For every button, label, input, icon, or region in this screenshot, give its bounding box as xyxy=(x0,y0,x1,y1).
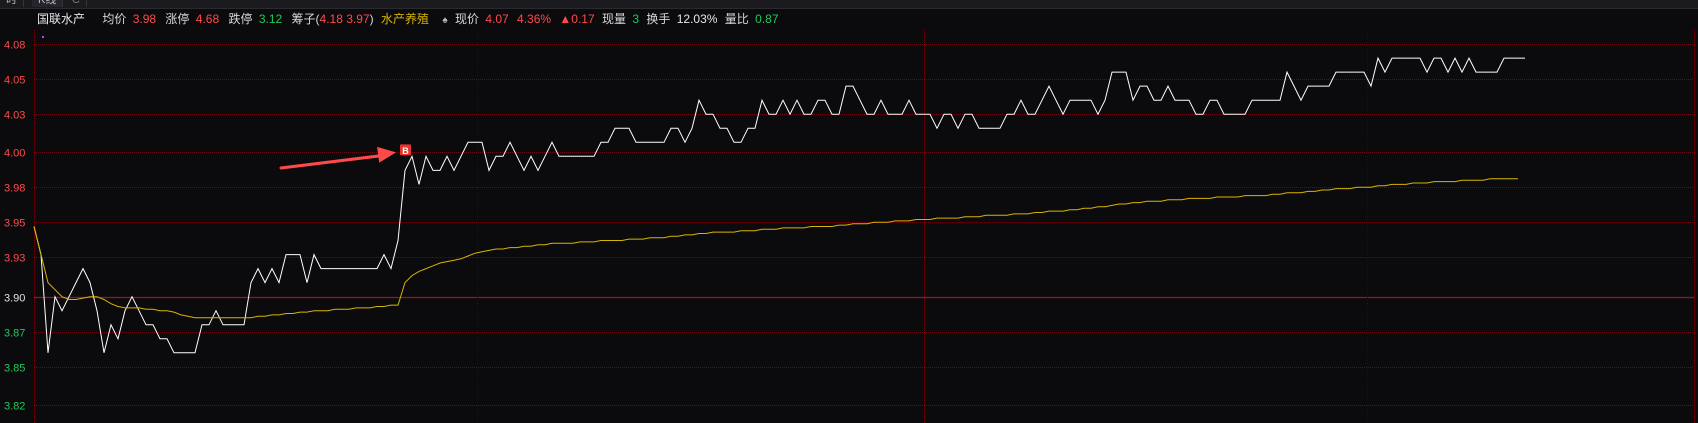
limit-up-label: 涨停 xyxy=(165,12,190,26)
pct-change-value: 4.36% xyxy=(517,12,552,26)
y-tick-label: 4.00 xyxy=(4,148,25,160)
price-line xyxy=(33,56,1525,354)
limit-up-value: 4.68 xyxy=(195,12,220,26)
chip-label: 筹子( xyxy=(291,12,320,26)
volume-ratio-label: 量比 xyxy=(724,12,749,26)
price-label: 现价 xyxy=(454,12,479,26)
y-tick-label: 3.95 xyxy=(4,218,25,230)
change-value: ▲0.17 xyxy=(559,12,595,26)
annotation-arrow-head xyxy=(377,146,396,163)
y-tick-label: 3.85 xyxy=(4,363,25,375)
y-tick-label: 3.90 xyxy=(4,293,25,305)
quote-info-bar: 国联水产 均价 3.98 涨停 4.68 跌停 3.12 筹子(4.18 3.9… xyxy=(0,8,1698,30)
limit-down-value: 3.12 xyxy=(258,12,283,26)
annotation-arrow xyxy=(279,153,386,170)
average-price-line xyxy=(33,178,1518,319)
volume-label: 现量 xyxy=(601,12,626,26)
y-tick-label: 4.03 xyxy=(4,110,25,122)
y-tick-label: 3.98 xyxy=(4,183,25,195)
sector-link[interactable]: 水产养殖 xyxy=(381,8,429,30)
chip-value-2: 3.97 xyxy=(346,12,370,26)
turnover-value: 12.03% xyxy=(676,12,718,26)
volume-ratio-value: 0.87 xyxy=(755,12,779,26)
y-tick-label: 3.87 xyxy=(4,328,25,340)
intraday-price-chart: 4.08 4.05 4.03 4.00 3.98 3.95 3.93 3.90 3.87 3.85… xyxy=(4,30,1695,423)
turnover-label: 换手 xyxy=(646,12,671,26)
avg-price-label: 均价 xyxy=(102,12,127,26)
intraday-chart-window: 时 K线 C 4.08 4.05 4.03 4.00 3.98 3.95 3.93 3.90 3… xyxy=(0,0,1698,423)
buy-marker-label: B xyxy=(402,146,409,156)
indicator-dot xyxy=(42,36,44,38)
limit-down-label: 跌停 xyxy=(228,12,253,26)
volume-value: 3 xyxy=(632,12,640,26)
chip-value-1: 4.18 xyxy=(319,12,343,26)
y-tick-label: 3.82 xyxy=(4,401,25,413)
stock-name[interactable]: 国联水产 xyxy=(37,8,85,30)
y-tick-label: 3.93 xyxy=(4,253,25,265)
y-tick-label: 4.08 xyxy=(4,40,25,52)
spade-icon: ♠ xyxy=(442,15,448,26)
avg-price-value: 3.98 xyxy=(132,12,157,26)
y-tick-label: 4.05 xyxy=(4,75,25,87)
chip-close: ) xyxy=(369,12,374,26)
price-value: 4.07 xyxy=(485,12,509,26)
